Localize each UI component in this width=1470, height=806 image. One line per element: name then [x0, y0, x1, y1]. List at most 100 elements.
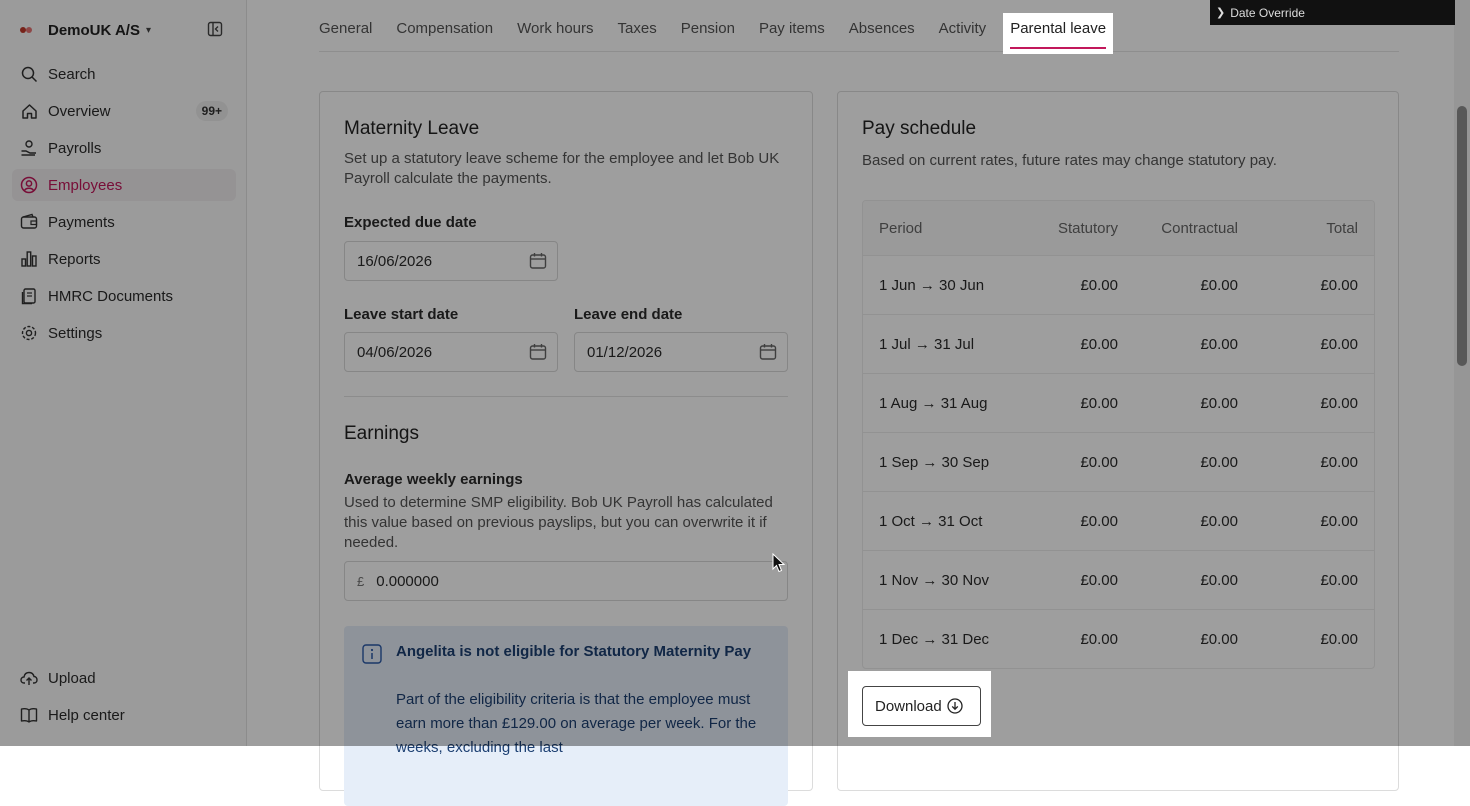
total-cell: £0.00: [1320, 335, 1358, 353]
chevron-right-icon: ❯: [1216, 7, 1226, 19]
sidebar-item-label: Overview: [48, 102, 111, 120]
pay-schedule-title: Pay schedule: [862, 118, 977, 139]
chevron-down-icon: ▾: [145, 24, 151, 36]
date-override-label: Date Override: [1230, 5, 1305, 20]
sidebar-item-label: Payrolls: [48, 139, 102, 157]
tab-taxes[interactable]: Taxes: [618, 0, 657, 51]
sidebar-item-employees[interactable]: Employees: [12, 169, 236, 201]
statutory-cell: £0.00: [1080, 630, 1118, 648]
tab-work-hours[interactable]: Work hours: [517, 0, 593, 51]
documents-icon: [20, 287, 38, 305]
awe-value: 0.000000: [376, 572, 439, 590]
column-header: Contractual: [1161, 219, 1238, 237]
statutory-cell: £0.00: [1080, 276, 1118, 294]
sidebar-item-payments[interactable]: Payments: [12, 206, 236, 238]
total-cell: £0.00: [1320, 630, 1358, 648]
maternity-leave-card: Maternity Leave Set up a statutory leave…: [319, 91, 813, 806]
book-icon: [20, 706, 38, 724]
user-circle-icon: [20, 176, 38, 194]
contractual-cell: £0.00: [1200, 453, 1238, 471]
gear-icon: [20, 324, 38, 342]
pay-schedule-table: Period Statutory Contractual Total 1 Jun…: [862, 200, 1375, 669]
maternity-leave-title: Maternity Leave: [344, 118, 480, 139]
sidebar-item-settings[interactable]: Settings: [12, 317, 236, 349]
currency-symbol: £: [357, 573, 365, 589]
table-row: 1 Aug → 31 Aug £0.00 £0.00 £0.00: [863, 373, 1374, 432]
date-override-toggle[interactable]: ❯ Date Override: [1210, 0, 1455, 25]
company-name: DemoUK A/S: [48, 21, 140, 39]
sidebar-item-reports[interactable]: Reports: [12, 243, 236, 275]
period-cell: 1 Oct → 31 Oct: [879, 512, 983, 530]
sidebar-item-upload[interactable]: Upload: [12, 662, 236, 694]
statutory-cell: £0.00: [1080, 394, 1118, 412]
leave-start-value: 04/06/2026: [357, 343, 433, 361]
sidebar-item-label: Upload: [48, 669, 96, 687]
sidebar-item-label: Help center: [48, 706, 125, 724]
collapse-sidebar-icon[interactable]: [207, 21, 223, 37]
table-row: 1 Nov → 30 Nov £0.00 £0.00 £0.00: [863, 550, 1374, 609]
period-cell: 1 Nov → 30 Nov: [879, 571, 990, 589]
awe-label: Average weekly earnings: [344, 471, 523, 488]
leave-start-label: Leave start date: [344, 306, 459, 323]
due-date-label: Expected due date: [344, 214, 477, 231]
sidebar-item-overview[interactable]: Overview 99+: [12, 95, 236, 127]
sidebar: DemoUK A/S ▾ Search Overview 99+ Payroll…: [0, 0, 247, 746]
period-cell: 1 Jul → 31 Jul: [879, 335, 975, 353]
sidebar-item-label: Settings: [48, 324, 103, 342]
tab-compensation[interactable]: Compensation: [396, 0, 493, 51]
statutory-cell: £0.00: [1080, 571, 1118, 589]
statutory-cell: £0.00: [1080, 453, 1118, 471]
search-icon: [20, 65, 38, 83]
total-cell: £0.00: [1320, 453, 1358, 471]
contractual-cell: £0.00: [1200, 394, 1238, 412]
total-cell: £0.00: [1320, 571, 1358, 589]
sidebar-item-help-center[interactable]: Help center: [12, 699, 236, 731]
tab-general[interactable]: General: [319, 0, 372, 51]
calendar-icon[interactable]: [759, 343, 777, 361]
table-row: 1 Dec → 31 Dec £0.00 £0.00 £0.00: [863, 609, 1374, 668]
download-button[interactable]: Download: [862, 686, 981, 726]
tab-parental-leave[interactable]: Parental leave: [1003, 13, 1114, 54]
tab-activity[interactable]: Activity: [939, 0, 987, 51]
tab-pay-items[interactable]: Pay items: [759, 0, 825, 51]
company-logo: [20, 25, 38, 35]
contractual-cell: £0.00: [1200, 630, 1238, 648]
maternity-leave-description: Set up a statutory leave scheme for the …: [344, 150, 780, 187]
calendar-icon[interactable]: [529, 343, 547, 361]
download-icon: [947, 698, 963, 714]
leave-start-field[interactable]: 04/06/2026: [344, 332, 558, 372]
payroll-hand-icon: [20, 139, 38, 157]
sidebar-item-label: Employees: [48, 176, 123, 194]
column-header: Total: [1326, 219, 1358, 237]
total-cell: £0.00: [1320, 512, 1358, 530]
cloud-upload-icon: [20, 669, 38, 687]
period-cell: 1 Dec → 31 Dec: [879, 630, 990, 648]
sidebar-item-label: Search: [48, 65, 96, 83]
leave-end-field[interactable]: 01/12/2026: [574, 332, 788, 372]
column-header: Period: [879, 219, 923, 237]
tab-absences[interactable]: Absences: [849, 0, 915, 51]
leave-end-value: 01/12/2026: [587, 343, 663, 361]
table-row: 1 Jun → 30 Jun £0.00 £0.00 £0.00: [863, 255, 1374, 314]
pay-schedule-subtitle: Based on current rates, future rates may…: [862, 152, 1277, 169]
awe-description: Used to determine SMP eligibility. Bob U…: [344, 494, 773, 551]
sidebar-item-search[interactable]: Search: [12, 58, 236, 90]
contractual-cell: £0.00: [1200, 276, 1238, 294]
contractual-cell: £0.00: [1200, 335, 1238, 353]
column-header: Statutory: [1057, 219, 1118, 237]
period-cell: 1 Sep → 30 Sep: [879, 453, 990, 471]
statutory-cell: £0.00: [1080, 512, 1118, 530]
calendar-icon[interactable]: [529, 252, 547, 270]
due-date-field[interactable]: 16/06/2026: [344, 241, 558, 281]
eligibility-alert: Angelita is not eligible for Statutory M…: [344, 626, 788, 806]
total-cell: £0.00: [1320, 276, 1358, 294]
company-switcher[interactable]: DemoUK A/S ▾: [20, 18, 151, 42]
scrollbar-thumb[interactable]: [1457, 106, 1467, 366]
awe-input[interactable]: £ 0.000000: [344, 561, 788, 601]
statutory-cell: £0.00: [1080, 335, 1118, 353]
sidebar-item-payrolls[interactable]: Payrolls: [12, 132, 236, 164]
sidebar-item-hmrc-documents[interactable]: HMRC Documents: [12, 280, 236, 312]
period-cell: 1 Jun → 30 Jun: [879, 276, 985, 294]
table-row: 1 Jul → 31 Jul £0.00 £0.00 £0.00: [863, 314, 1374, 373]
tab-pension[interactable]: Pension: [681, 0, 735, 51]
